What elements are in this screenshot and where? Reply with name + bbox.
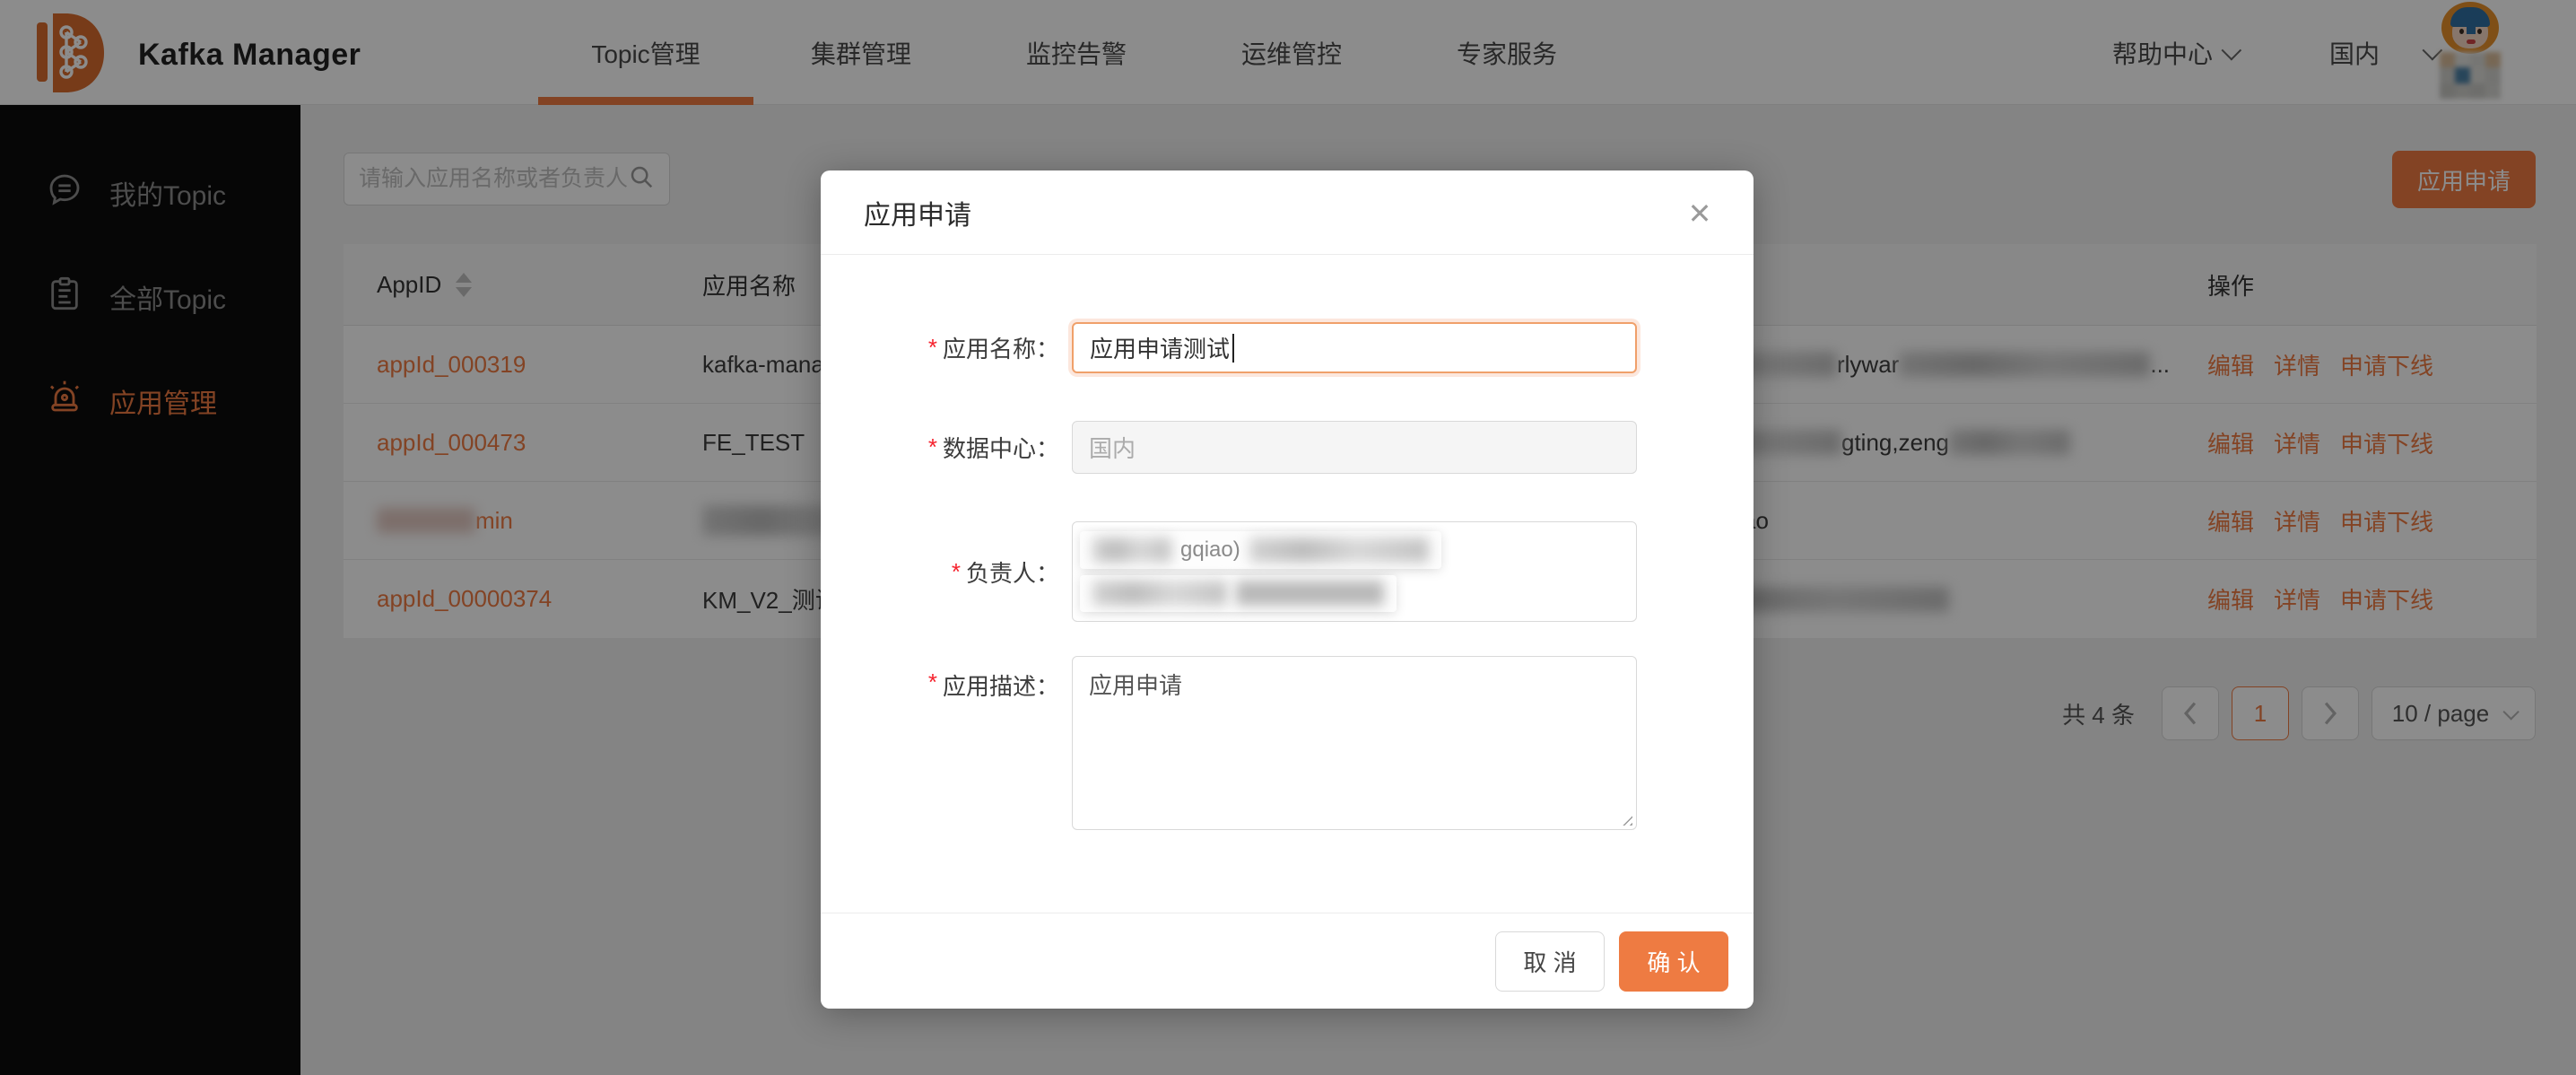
field-label: 数据中心： <box>943 431 1059 464</box>
field-label: 负责人： <box>966 555 1059 589</box>
required-asterisk: * <box>952 558 961 586</box>
required-asterisk: * <box>928 433 937 461</box>
field-label: 应用名称： <box>943 331 1059 364</box>
principal-tag: gqiao) <box>1080 531 1441 569</box>
close-icon[interactable]: ✕ <box>1678 192 1721 235</box>
description-textarea[interactable]: 应用申请 <box>1072 656 1637 830</box>
modal-title: 应用申请 <box>864 193 971 232</box>
required-asterisk: * <box>928 334 937 362</box>
text-cursor <box>1232 334 1234 363</box>
principal-select[interactable]: gqiao) <box>1072 521 1637 622</box>
redacted-text <box>1249 538 1429 563</box>
redacted-text <box>1092 581 1227 606</box>
cancel-button[interactable]: 取 消 <box>1495 931 1605 992</box>
required-asterisk: * <box>928 669 937 696</box>
modal-footer: 取 消 确 认 <box>821 913 1754 1009</box>
kafka-manager-app: Kafka Manager Topic管理 集群管理 监控告警 运维管控 专家服… <box>0 0 2576 1075</box>
field-description: * 应用描述： 应用申请 <box>821 656 1754 830</box>
confirm-button[interactable]: 确 认 <box>1619 931 1728 992</box>
field-label: 应用描述： <box>943 669 1059 702</box>
app-name-input[interactable]: 应用申请测试 <box>1072 322 1637 373</box>
app-request-modal: 应用申请 ✕ * 应用名称： 应用申请测试 * 数据中心： <box>821 170 1754 1009</box>
datacenter-input-disabled: 国内 <box>1072 421 1637 474</box>
resize-handle[interactable] <box>1618 811 1632 826</box>
modal-header: 应用申请 ✕ <box>821 170 1754 255</box>
field-app-name: * 应用名称： 应用申请测试 <box>821 322 1754 373</box>
redacted-text <box>1092 538 1171 563</box>
redacted-text <box>1236 581 1384 606</box>
field-principal: * 负责人： gqiao) <box>821 521 1754 622</box>
principal-tag <box>1080 575 1397 613</box>
field-datacenter: * 数据中心： 国内 <box>821 421 1754 474</box>
